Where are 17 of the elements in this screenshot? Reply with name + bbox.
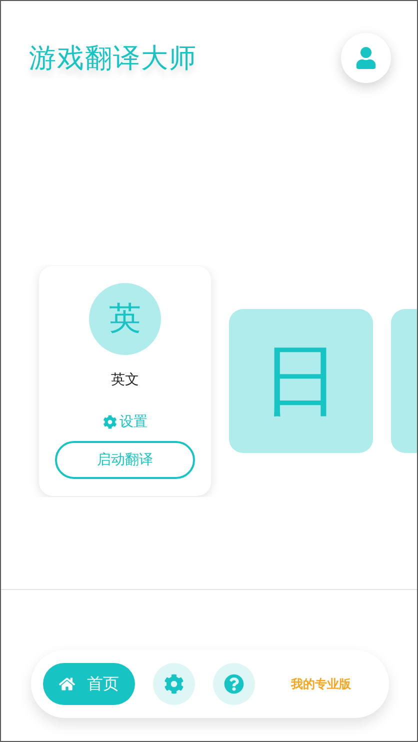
language-tile[interactable]: 日 (229, 309, 373, 453)
settings-icon (164, 674, 184, 694)
start-translate-button[interactable]: 启动翻译 (55, 441, 195, 479)
help-button[interactable] (213, 663, 255, 705)
profile-button[interactable] (341, 33, 391, 83)
help-icon (224, 674, 244, 694)
language-card[interactable]: 英 英文 设置 启动翻译 (39, 266, 211, 496)
language-name: 英文 (111, 371, 139, 389)
user-icon (355, 47, 377, 69)
pro-version-link[interactable]: 我的专业版 (291, 676, 351, 692)
settings-button[interactable] (153, 663, 195, 705)
app-title: 游戏翻译大师 (29, 42, 197, 76)
language-avatar: 英 (89, 283, 161, 355)
settings-link[interactable]: 设置 (102, 413, 148, 431)
home-icon (59, 676, 75, 692)
gear-icon (102, 415, 116, 429)
home-tab[interactable]: 首页 (43, 663, 135, 705)
